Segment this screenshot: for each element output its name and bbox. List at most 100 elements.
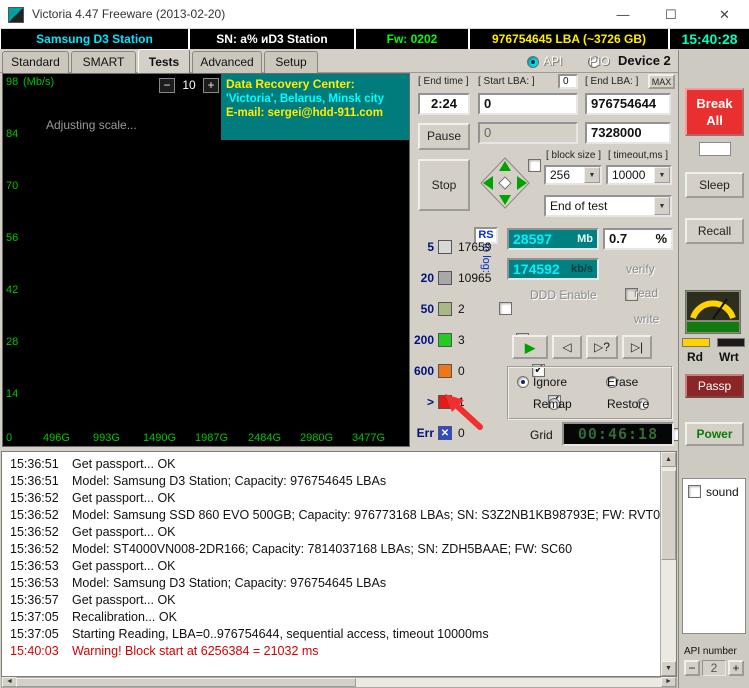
scale-plus-button[interactable]: + <box>203 78 220 93</box>
graph-status-text: Adjusting scale... <box>46 118 137 132</box>
log-text: Get passport... OK <box>72 457 176 471</box>
end-of-test-value: End of test <box>550 199 608 213</box>
dropdown-arrow-icon[interactable]: ▼ <box>654 197 670 215</box>
api-number-value: 2 <box>702 660 726 676</box>
drive-firmware: Fw: 0202 <box>356 29 468 49</box>
stop-button[interactable]: Stop <box>418 159 470 211</box>
start-lba-field[interactable]: 0 <box>478 93 578 115</box>
timeout-select[interactable]: 10000 ▼ <box>606 165 672 185</box>
minimize-icon[interactable]: — <box>600 0 646 29</box>
start-lba-mini-field[interactable]: 0 <box>558 74 578 89</box>
sidebar: Break All Sleep Recall Rd Wrt Passp Powe… <box>678 50 749 450</box>
seek-back-button[interactable]: ◁ <box>552 335 582 359</box>
end-lba-label: [ End LBA: ] <box>585 76 639 87</box>
percent-field: 0.7% <box>603 228 673 250</box>
log-vertical-scrollbar[interactable]: ▲ ▼ <box>660 452 676 676</box>
scroll-up-icon[interactable]: ▲ <box>661 452 676 467</box>
block-size-value: 256 <box>550 168 571 182</box>
seek-question-button[interactable]: ▷? <box>586 335 618 359</box>
api-number-down-button[interactable]: − <box>684 660 700 676</box>
end-lba-field[interactable]: 976754644 <box>585 93 671 115</box>
recall-button[interactable]: Recall <box>685 218 744 244</box>
seek-end-button[interactable]: ▷| <box>622 335 652 359</box>
end-time-field[interactable]: 2:24 <box>418 93 470 115</box>
max-button[interactable]: MAX <box>648 74 675 89</box>
bucket-color-square <box>438 240 452 254</box>
banner-email: E-mail: sergei@hdd-911.com <box>226 107 383 120</box>
speed-unit: kb/s <box>570 263 593 275</box>
tab-standard[interactable]: Standard <box>2 51 69 73</box>
scroll-left-icon[interactable]: ◄ <box>2 677 17 687</box>
bucket-label: 200 <box>413 333 434 347</box>
power-button[interactable]: Power <box>685 422 744 446</box>
log-text: Get passport... OK <box>72 593 176 607</box>
lba-jog-diamond[interactable] <box>478 155 532 211</box>
tab-smart[interactable]: SMART <box>71 51 136 73</box>
log-line: 15:36:53 Model: Samsung D3 Station; Capac… <box>2 575 676 592</box>
app-icon <box>8 7 24 23</box>
log-line: 15:36:51 Get passport... OK <box>2 456 676 473</box>
y-axis-label: 70 <box>6 180 19 192</box>
log-text: Get passport... OK <box>72 491 176 505</box>
end-of-test-select[interactable]: End of test ▼ <box>544 195 672 217</box>
pause-button[interactable]: Pause <box>418 123 470 150</box>
horizontal-scroll-thumb[interactable] <box>16 678 356 687</box>
maximize-icon[interactable]: ☐ <box>648 0 694 29</box>
tab-advanced[interactable]: Advanced <box>192 51 262 73</box>
mb-progress-field: 28597 Mb <box>507 228 599 250</box>
drive-capacity: 976754645 LBA (~3726 GB) <box>470 29 668 49</box>
wrt-indicator <box>717 338 745 347</box>
block-size-select[interactable]: 256 ▼ <box>544 165 602 185</box>
log-horizontal-scrollbar[interactable]: ◄ ► <box>1 677 677 688</box>
vertical-scroll-thumb[interactable] <box>661 470 676 560</box>
sleep-button[interactable]: Sleep <box>685 172 744 198</box>
grid-label: Grid <box>530 428 553 442</box>
remap-label: Remap <box>533 397 572 411</box>
log-line: 15:37:05 Starting Reading, LBA=0..9767546… <box>2 626 676 643</box>
break-all-button[interactable]: Break All <box>685 88 744 136</box>
scroll-down-icon[interactable]: ▼ <box>661 661 676 676</box>
scale-minus-button[interactable]: − <box>159 78 175 93</box>
elapsed-time-lcd: 00:46:18 <box>562 422 674 446</box>
write-label: write <box>634 312 660 326</box>
test-controls-panel: [ End time ] [ Start LBA: ] 0 [ End LBA:… <box>410 73 749 447</box>
dropdown-arrow-icon[interactable]: ▼ <box>654 167 670 183</box>
activity-meter-icon <box>685 290 741 334</box>
log-time: 15:36:53 <box>10 576 59 590</box>
drive-info-strip: Samsung D3 Station SN: a% иD3 Station Fw… <box>0 29 749 49</box>
drive-model: Samsung D3 Station <box>1 29 188 49</box>
bucket-count: 3 <box>458 333 465 347</box>
bucket-log-checkbox[interactable] <box>499 302 513 315</box>
speed-value: 174592 <box>513 261 560 277</box>
bucket-color-square <box>438 271 452 285</box>
tab-setup[interactable]: Setup <box>264 51 318 73</box>
log-text: Warning! Block start at 6256384 = 21032 … <box>72 644 319 658</box>
log-line: 15:36:57 Get passport... OK <box>2 592 676 609</box>
start-button[interactable]: ▶ <box>512 335 548 359</box>
annotation-arrow <box>445 394 483 430</box>
break-status-box <box>699 142 731 156</box>
passp-button[interactable]: Passp <box>685 374 744 398</box>
dropdown-arrow-icon[interactable]: ▼ <box>584 167 600 183</box>
window-title: Victoria 4.47 Freeware (2013-02-20) <box>32 7 226 21</box>
log-time: 15:37:05 <box>10 610 59 624</box>
api-number-up-button[interactable]: + <box>728 660 744 676</box>
block-size-label: [ block size ] <box>546 150 602 161</box>
timeout-label: [ timeout,ms ] <box>608 150 669 161</box>
pio-label: PIO <box>589 54 610 68</box>
ignore-radio[interactable] <box>517 376 529 388</box>
api-radio[interactable] <box>527 56 539 68</box>
block-size-checkbox[interactable] <box>528 159 541 172</box>
timeout-value: 10000 <box>612 168 646 182</box>
wrt-label: Wrt <box>719 350 739 364</box>
sound-checkbox[interactable] <box>688 485 701 498</box>
bucket-label: 600 <box>413 364 434 378</box>
log-line-warning: 15:40:03 Warning! Block start at 6256384 … <box>2 643 676 660</box>
log-time: 15:36:52 <box>10 525 59 539</box>
tab-tests[interactable]: Tests <box>138 49 190 73</box>
ddd-enable-label: DDD Enable <box>530 288 597 302</box>
close-icon[interactable]: ✕ <box>700 0 749 29</box>
rd-indicator <box>682 338 710 347</box>
scroll-right-icon[interactable]: ► <box>661 677 676 687</box>
y-axis-label: 84 <box>6 128 19 140</box>
